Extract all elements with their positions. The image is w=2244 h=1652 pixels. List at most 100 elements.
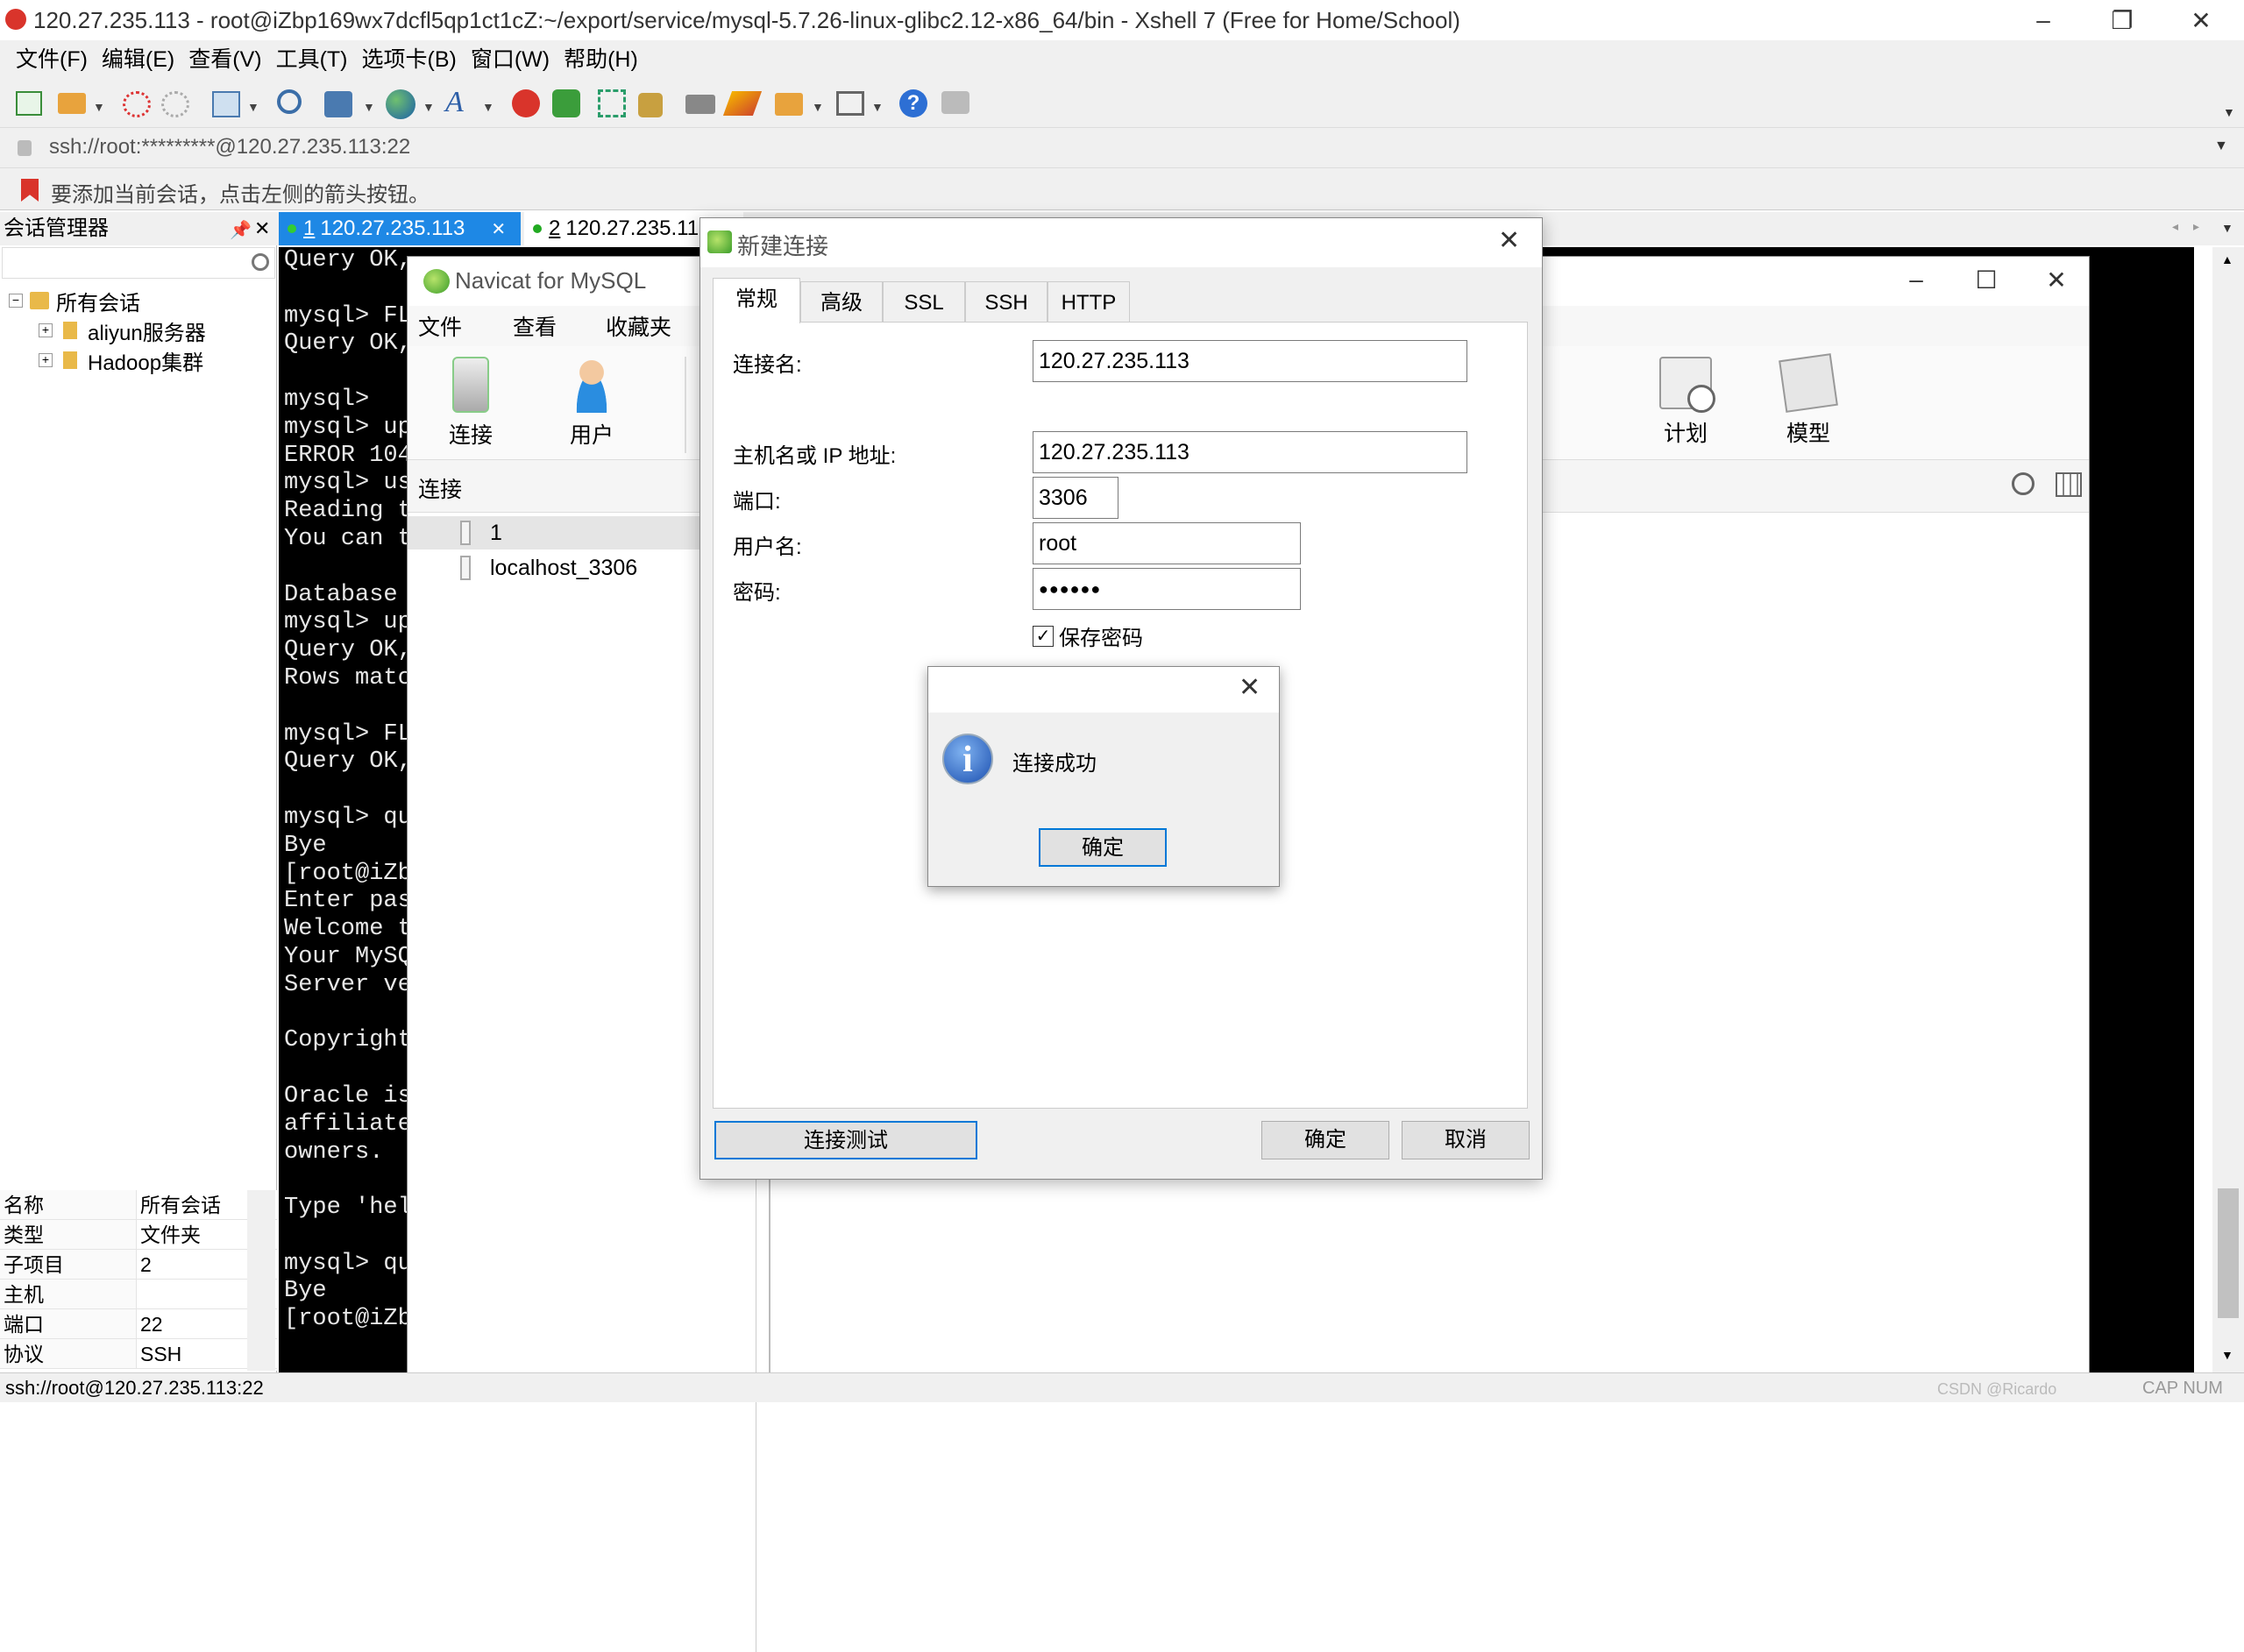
test-connection-button[interactable]: 连接测试 — [714, 1121, 977, 1159]
globe-icon[interactable] — [386, 89, 415, 119]
host-input[interactable]: 120.27.235.113 — [1033, 431, 1467, 473]
scroll-down-icon[interactable]: ▼ — [2221, 1348, 2233, 1362]
xshell-logo-icon[interactable] — [512, 89, 540, 117]
find-icon[interactable] — [277, 89, 302, 114]
tab-session-1[interactable]: 1 120.27.235.113 ✕ — [279, 212, 521, 245]
restore-button[interactable]: ❐ — [2083, 0, 2162, 40]
session-hint-bar: 要添加当前会话，点击左侧的箭头按钮。 — [0, 168, 2244, 210]
close-icon[interactable]: ✕ — [1498, 225, 1520, 256]
tab-list-icon[interactable]: ▼ — [2221, 221, 2233, 235]
connect-icon[interactable] — [123, 91, 151, 117]
search-icon[interactable] — [2012, 472, 2035, 495]
open-folder-icon[interactable] — [58, 93, 86, 114]
password-input[interactable]: ●●●●●● — [1033, 568, 1301, 610]
highlight-icon[interactable] — [722, 91, 763, 116]
msgbox-ok-button[interactable]: 确定 — [1039, 828, 1167, 867]
menu-tabs[interactable]: 选项卡(B) — [355, 40, 464, 79]
expand-icon[interactable]: + — [39, 353, 53, 367]
tree-label: Hadoop集群 — [88, 351, 204, 375]
tree-node-hadoop[interactable]: + Hadoop集群 — [0, 345, 277, 375]
save-password-checkbox[interactable]: ✓ 保存密码 — [1033, 620, 1143, 651]
pin-icon[interactable]: 📌 — [230, 214, 252, 247]
model-tool-button[interactable]: 模型 — [1756, 353, 1861, 448]
tab-ssh[interactable]: SSH — [965, 281, 1047, 323]
menu-help[interactable]: 帮助(H) — [557, 40, 645, 79]
toolbar-overflow-icon[interactable]: ▼ — [2223, 105, 2235, 119]
dropdown-icon[interactable]: ▼ — [363, 100, 375, 114]
collapse-icon[interactable]: − — [9, 294, 23, 308]
user-tool-button[interactable]: 用户 — [539, 357, 644, 450]
username-input[interactable]: root — [1033, 522, 1301, 564]
chevron-down-icon[interactable]: ▼ — [2214, 138, 2228, 154]
close-button[interactable]: ✕ — [2162, 0, 2240, 40]
tab-label: 120.27.235.113 — [320, 216, 465, 240]
maximize-button[interactable]: ☐ — [1956, 260, 2017, 299]
tab-scroll-left-icon[interactable]: ◂ — [2172, 219, 2178, 234]
close-icon[interactable]: ✕ — [254, 212, 270, 245]
properties-icon[interactable] — [212, 91, 240, 117]
tab-general[interactable]: 常规 — [713, 278, 800, 323]
keyboard-icon[interactable] — [685, 95, 715, 114]
fullscreen-icon[interactable] — [598, 89, 626, 117]
menu-window[interactable]: 窗口(W) — [464, 40, 557, 79]
tab-close-icon[interactable]: ✕ — [491, 218, 506, 240]
dropdown-icon[interactable]: ▼ — [93, 100, 105, 114]
xshell-app-icon — [5, 9, 26, 30]
connection-name-input[interactable]: 120.27.235.113 — [1033, 340, 1467, 382]
new-session-icon[interactable] — [16, 91, 42, 116]
expand-icon[interactable]: + — [39, 323, 53, 337]
menu-tools[interactable]: 工具(T) — [269, 40, 355, 79]
dropdown-icon[interactable]: ▼ — [423, 100, 435, 114]
menu-edit[interactable]: 编辑(E) — [95, 40, 181, 79]
layout-icon[interactable] — [836, 91, 864, 116]
bookmark-arrow-icon[interactable] — [21, 179, 39, 202]
lock-icon[interactable] — [638, 93, 663, 117]
transfer-icon[interactable] — [324, 91, 352, 117]
scroll-thumb[interactable] — [2218, 1188, 2239, 1318]
add-folder-icon[interactable] — [775, 93, 803, 116]
menu-favorites[interactable]: 收藏夹 — [606, 310, 671, 342]
terminal-scrollbar[interactable]: ▲ ▼ — [2212, 247, 2244, 1372]
help-icon[interactable]: ? — [899, 89, 927, 117]
schedule-tool-button[interactable]: 计划 — [1633, 357, 1738, 448]
tree-node-all-sessions[interactable]: − 所有会话 — [0, 286, 277, 316]
dropdown-icon[interactable]: ▼ — [247, 100, 259, 114]
chat-icon[interactable] — [941, 91, 969, 114]
tab-scroll-right-icon[interactable]: ▸ — [2193, 219, 2199, 234]
scroll-up-icon[interactable]: ▲ — [2221, 252, 2233, 266]
properties-scrollbar[interactable] — [247, 1190, 275, 1371]
minimize-button[interactable]: – — [1885, 260, 1947, 299]
font-icon[interactable]: A — [445, 86, 464, 119]
connection-tool-button[interactable]: 连接 — [418, 357, 523, 450]
dropdown-icon[interactable]: ▼ — [871, 100, 884, 114]
close-icon[interactable]: ✕ — [1239, 672, 1260, 703]
lock-icon — [18, 140, 32, 156]
grid-view-icon[interactable] — [2056, 472, 2082, 497]
dropdown-icon[interactable]: ▼ — [812, 100, 824, 114]
xftp-icon[interactable] — [552, 89, 580, 117]
property-row: 子项目 2 — [0, 1250, 277, 1280]
minimize-button[interactable]: – — [2004, 0, 2083, 40]
close-button[interactable]: ✕ — [2026, 260, 2087, 299]
search-icon[interactable] — [252, 253, 269, 271]
cancel-button[interactable]: 取消 — [1402, 1121, 1530, 1159]
menu-view[interactable]: 查看 — [513, 310, 557, 342]
address-bar[interactable]: ssh://root:*********@120.27.235.113:22 ▼ — [0, 128, 2244, 168]
msgbox-title-bar: ✕ — [928, 667, 1279, 713]
disconnect-icon[interactable] — [161, 91, 189, 117]
tree-node-aliyun[interactable]: + aliyun服务器 — [0, 316, 277, 345]
tab-advanced[interactable]: 高级 — [800, 281, 883, 323]
server-icon — [460, 556, 471, 580]
menu-file[interactable]: 文件(F) — [9, 40, 95, 79]
port-input[interactable]: 3306 — [1033, 477, 1118, 519]
menu-view[interactable]: 查看(V) — [181, 40, 268, 79]
address-text[interactable]: ssh://root:*********@120.27.235.113:22 — [49, 135, 410, 160]
checkbox-checked-icon[interactable]: ✓ — [1033, 625, 1054, 647]
menu-bar: 文件(F) 编辑(E) 查看(V) 工具(T) 选项卡(B) 窗口(W) 帮助(… — [0, 40, 2244, 79]
dropdown-icon[interactable]: ▼ — [482, 100, 494, 114]
session-search-input[interactable] — [2, 247, 275, 279]
tab-http[interactable]: HTTP — [1047, 281, 1130, 323]
tab-ssl[interactable]: SSL — [883, 281, 965, 323]
ok-button[interactable]: 确定 — [1261, 1121, 1389, 1159]
menu-file[interactable]: 文件 — [418, 310, 462, 342]
